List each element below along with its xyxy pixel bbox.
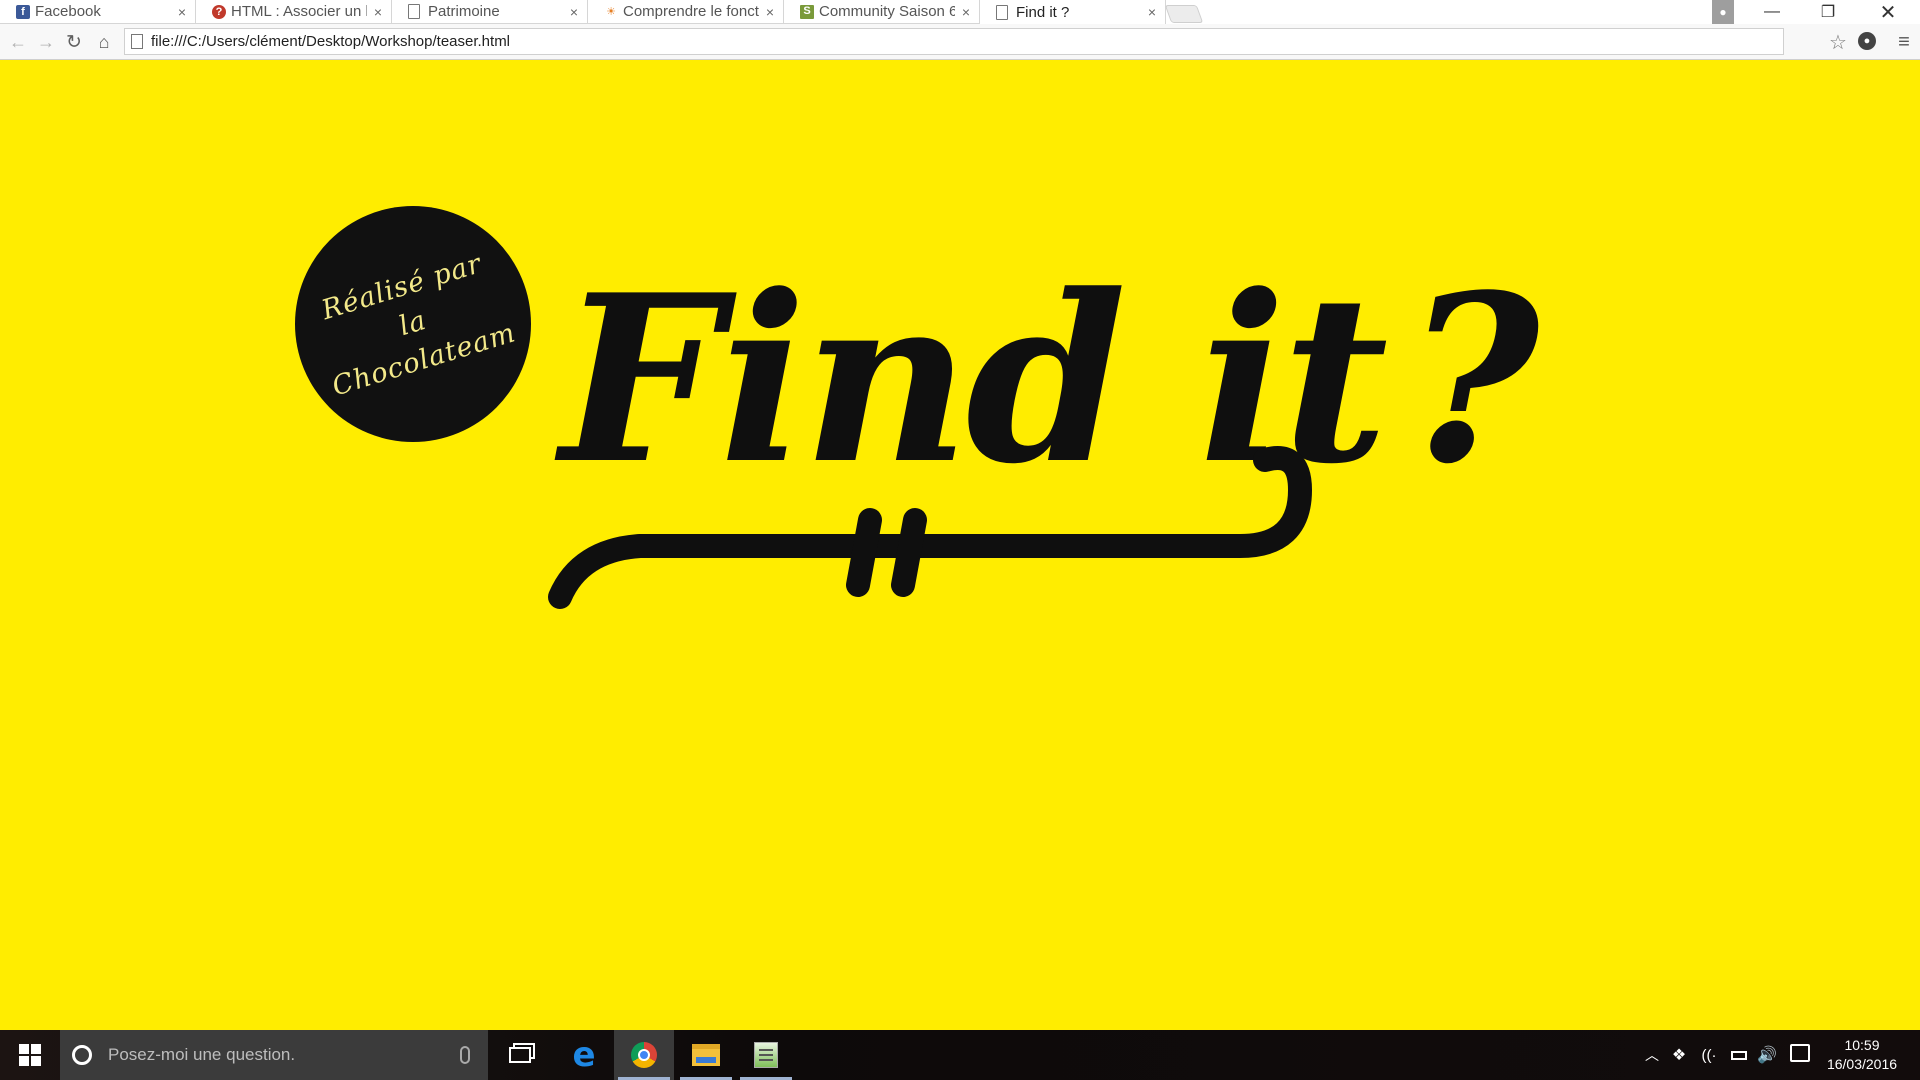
windows-logo-icon <box>19 1044 41 1066</box>
tab-find-it[interactable]: Find it ? × <box>980 0 1166 24</box>
action-center-icon[interactable] <box>1790 1044 1810 1062</box>
cortana-search-box[interactable]: Posez-moi une question. <box>60 1030 488 1080</box>
restore-button[interactable]: ❐ <box>1806 0 1850 24</box>
find-it-logo: Find it ? <box>548 250 1542 609</box>
tab-title: Facebook <box>35 3 101 20</box>
edge-icon: e <box>572 1035 596 1075</box>
task-view-icon <box>509 1047 531 1063</box>
search-placeholder[interactable]: Posez-moi une question. <box>108 1045 460 1065</box>
tab-community[interactable]: S Community Saison 6 × <box>784 0 980 24</box>
new-tab-button[interactable] <box>1164 5 1204 23</box>
serie-icon: S <box>800 4 814 19</box>
clock-time: 10:59 <box>1844 1037 1880 1053</box>
bookmark-star-icon[interactable]: ☆ <box>1826 30 1850 54</box>
battery-icon[interactable] <box>1726 1030 1752 1080</box>
show-hidden-icons-chevron-icon[interactable]: ︿ <box>1640 1030 1664 1080</box>
start-button[interactable] <box>0 1030 60 1080</box>
close-icon: ✕ <box>1879 1 1897 24</box>
wifi-icon[interactable]: ((· <box>1696 1030 1722 1080</box>
tab-html-associer[interactable]: ? HTML : Associer un li × <box>196 0 392 24</box>
back-arrow-icon: ← <box>9 31 27 52</box>
file-explorer-app[interactable] <box>676 1030 736 1080</box>
tab-close-icon[interactable]: × <box>371 4 385 20</box>
logo-text: Find it <box>554 250 1386 515</box>
chocolateam-badge: Réalisé par la Chocolateam <box>295 206 531 442</box>
tab-title: Comprendre le fonct <box>623 3 759 20</box>
cortana-icon <box>72 1045 92 1065</box>
page-viewport: Réalisé par la Chocolateam Find it ? <box>0 60 1920 1030</box>
tab-facebook[interactable]: f Facebook × <box>0 0 196 24</box>
profile-icon[interactable]: ● <box>1712 0 1734 24</box>
sun-icon: ☀ <box>606 6 616 18</box>
minimize-button[interactable]: — <box>1750 0 1794 24</box>
volume-icon[interactable]: 🔊 <box>1754 1030 1780 1080</box>
home-button[interactable]: ⌂ <box>92 30 116 54</box>
extension-icon[interactable]: ● <box>1858 32 1876 50</box>
logo-question-mark: ? <box>1405 250 1542 515</box>
tab-title: Community Saison 6 <box>819 3 955 20</box>
restore-icon: ❐ <box>1820 4 1836 21</box>
taskbar-clock[interactable]: 10:59 16/03/2016 <box>1812 1036 1912 1074</box>
tab-close-icon[interactable]: × <box>175 4 189 20</box>
reload-icon: ↻ <box>66 31 82 53</box>
file-explorer-icon <box>692 1044 720 1066</box>
dropbox-icon[interactable]: ❖ <box>1666 1030 1692 1080</box>
address-bar[interactable]: file:///C:/Users/clément/Desktop/Worksho… <box>124 28 1784 55</box>
chrome-icon <box>631 1042 657 1068</box>
tab-title: Find it ? <box>1016 3 1070 21</box>
home-icon: ⌂ <box>98 31 110 52</box>
badge-text: Réalisé par la Chocolateam <box>318 248 520 403</box>
tab-close-icon[interactable]: × <box>959 4 973 20</box>
menu-icon[interactable]: ≡ <box>1892 30 1916 54</box>
tab-comprendre[interactable]: ☀ Comprendre le fonct × <box>588 0 784 24</box>
notepad-app[interactable] <box>736 1030 796 1080</box>
browser-toolbar: ← → ↻ ⌂ file:///C:/Users/clément/Desktop… <box>0 24 1920 60</box>
windows-taskbar: Posez-moi une question. e ︿ ❖ ((· 🔊 10:5… <box>0 1030 1920 1080</box>
task-view-button[interactable] <box>490 1030 550 1080</box>
minimize-icon: — <box>1764 3 1780 20</box>
document-icon <box>996 4 1008 20</box>
microphone-icon[interactable] <box>460 1046 470 1064</box>
tab-close-icon[interactable]: × <box>763 4 777 20</box>
question-icon: ? <box>212 4 226 19</box>
tab-strip: f Facebook × ? HTML : Associer un li × P… <box>0 0 1920 24</box>
facebook-icon: f <box>16 4 30 19</box>
clock-date: 16/03/2016 <box>1826 1056 1898 1072</box>
address-text[interactable]: file:///C:/Users/clément/Desktop/Worksho… <box>151 33 510 50</box>
close-window-button[interactable]: ✕ <box>1866 0 1910 24</box>
tab-patrimoine[interactable]: Patrimoine × <box>392 0 588 24</box>
tab-title: Patrimoine <box>428 3 500 20</box>
notepad-icon <box>754 1042 778 1068</box>
document-icon <box>408 4 420 19</box>
forward-button[interactable]: → <box>34 30 58 54</box>
tab-title: HTML : Associer un li <box>231 3 367 20</box>
chrome-app[interactable] <box>614 1030 674 1080</box>
reload-button[interactable]: ↻ <box>62 30 86 54</box>
page-icon <box>131 34 143 49</box>
tab-close-icon[interactable]: × <box>567 4 581 20</box>
edge-app[interactable]: e <box>554 1030 614 1080</box>
tab-close-icon[interactable]: × <box>1145 4 1159 20</box>
logo-swash-tick <box>891 508 927 597</box>
forward-arrow-icon: → <box>37 31 55 52</box>
back-button[interactable]: ← <box>6 30 30 54</box>
logo-swash-tick <box>846 508 882 597</box>
